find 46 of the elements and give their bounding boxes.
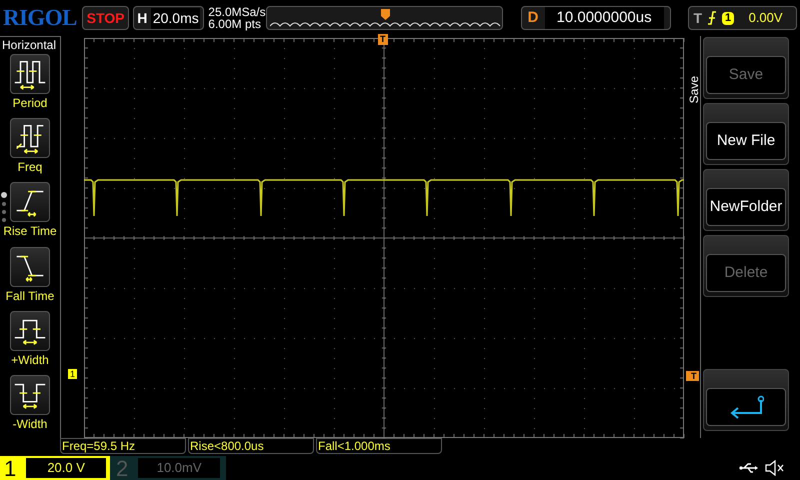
measurement-label: +Width: [11, 352, 49, 369]
menu-button[interactable]: New File: [703, 103, 789, 165]
measurement-readout: Rise<800.0us: [188, 438, 314, 454]
frequency-button[interactable]: [10, 118, 50, 158]
menu-button[interactable]: NewFolder: [703, 169, 789, 231]
channel-marker: 1: [68, 369, 78, 379]
trigger-level-marker: T: [686, 371, 698, 381]
trigger-box[interactable]: T 1 0.00V: [688, 6, 798, 30]
run-state[interactable]: STOP: [82, 6, 130, 30]
rising-edge-icon: [707, 11, 718, 25]
trigger-level: 0.00V: [748, 9, 784, 28]
trigger-position-icon: [381, 9, 390, 20]
channel-tab[interactable]: 1 20.0 V: [0, 456, 110, 480]
menu-title: Save: [687, 76, 701, 104]
trigger-source: 1: [722, 12, 734, 24]
logo: RIGOL: [3, 4, 78, 32]
waveform-overview-icon: [270, 20, 502, 28]
sidebar-title: Horizontal: [1, 37, 56, 53]
usb-icon: [739, 462, 759, 474]
period-button[interactable]: [10, 54, 50, 94]
measurement-label: Freq: [18, 159, 42, 176]
measurement-label: Fall Time: [6, 288, 54, 305]
measurement-label: -Width: [12, 416, 48, 433]
channel-tab[interactable]: 2 10.0mV: [110, 456, 226, 480]
channel-scale: 10.0mV: [138, 458, 220, 478]
fall-time-button[interactable]: [10, 246, 50, 287]
measurement-readout: Freq=59.5 Hz: [60, 438, 186, 454]
rise-time-button[interactable]: [10, 182, 50, 222]
timebase-label: H: [137, 8, 148, 28]
timebase-box[interactable]: H 20.0ms: [133, 6, 204, 30]
measurement-label: Period: [12, 95, 48, 112]
channel-scale: 20.0 V: [26, 458, 106, 478]
measurement-label: Rise Time: [3, 223, 57, 240]
return-arrow-icon: [728, 395, 764, 419]
delay-label: D: [528, 8, 538, 28]
speaker-muted-icon: [765, 460, 785, 476]
delay-value: 10.0000000us: [544, 6, 664, 30]
trigger-position-marker: T: [378, 34, 388, 45]
memory-depth: 6.00M pts: [208, 18, 262, 30]
trigger-label: T: [693, 8, 702, 28]
measurement-readout: Fall<1.000ms: [316, 438, 442, 454]
positive-width-button[interactable]: [10, 310, 50, 351]
negative-width-button[interactable]: [10, 374, 50, 415]
timebase-value: 20.0ms: [151, 8, 200, 28]
back-button[interactable]: [703, 369, 789, 431]
delay-box[interactable]: D 10.0000000us: [520, 6, 671, 30]
